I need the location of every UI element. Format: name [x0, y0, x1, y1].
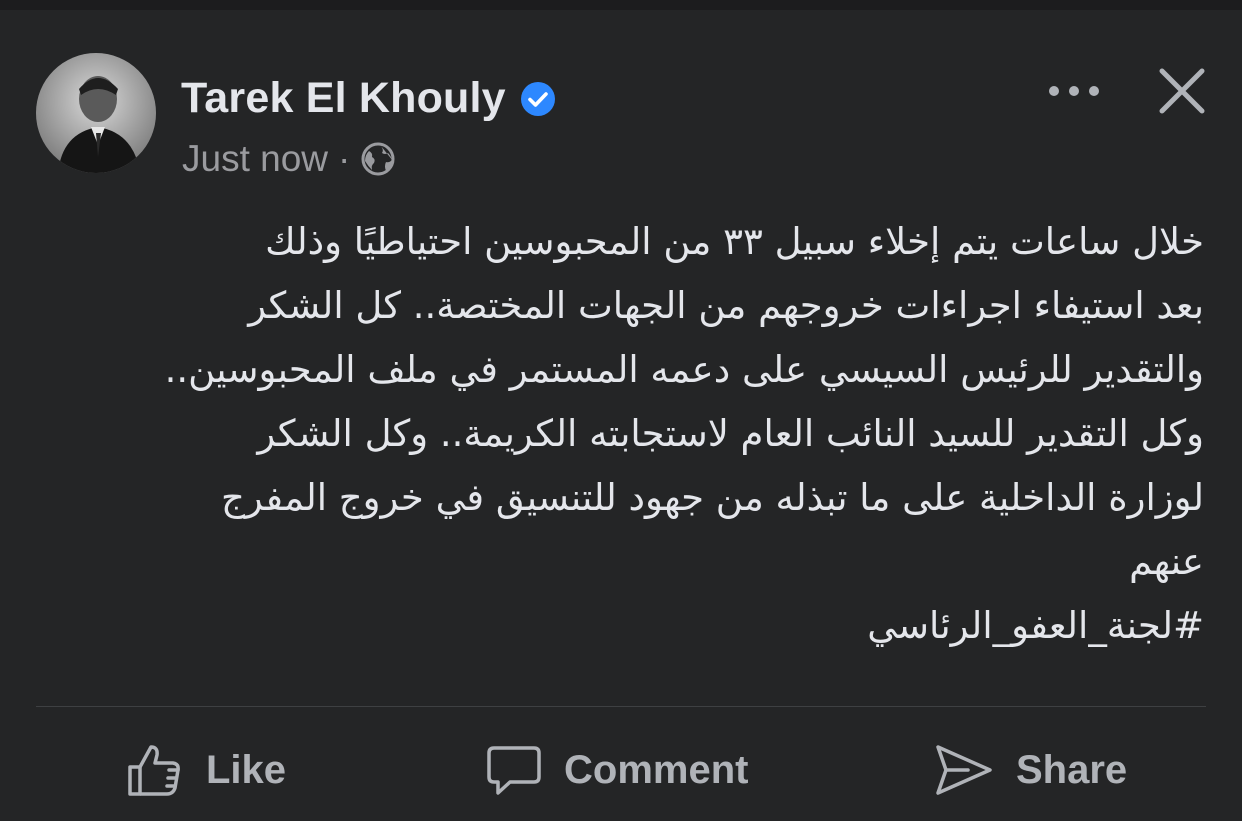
post-body-line: خلال ساعات يتم إخلاء سبيل ٣٣ من المحبوسي… [265, 220, 1204, 263]
share-label: Share [1016, 747, 1128, 792]
close-icon[interactable] [1156, 65, 1208, 117]
like-button[interactable]: Like [126, 734, 286, 806]
author-header: Tarek El Khouly [181, 74, 556, 123]
globe-icon[interactable] [360, 141, 396, 177]
post-body-line: لوزارة الداخلية على ما تبذله من جهود للت… [221, 476, 1204, 519]
author-avatar[interactable] [36, 53, 156, 173]
post-body-line: والتقدير للرئيس السيسي على دعمه المستمر … [164, 348, 1204, 391]
comment-label: Comment [564, 747, 749, 792]
facebook-post: Tarek El Khouly Just now · خلال ساعات يت… [0, 0, 1242, 821]
meta-separator: · [338, 138, 351, 179]
more-options-icon[interactable] [1046, 74, 1102, 108]
author-name[interactable]: Tarek El Khouly [181, 74, 506, 123]
post-hashtag[interactable]: #لجنة_العفو_الرئاسي [34, 594, 1204, 658]
post-body-line: عنهم [1129, 540, 1204, 583]
like-label: Like [206, 747, 287, 792]
post-timestamp[interactable]: Just now [182, 138, 328, 180]
share-icon [936, 745, 992, 795]
share-button[interactable]: Share [934, 734, 1127, 806]
verified-badge-icon [520, 81, 555, 116]
post-body: خلال ساعات يتم إخلاء سبيل ٣٣ من المحبوسي… [34, 210, 1204, 658]
thumbs-up-icon [128, 745, 180, 796]
post-body-line: وكل التقدير للسيد النائب العام لاستجابته… [257, 412, 1204, 455]
comment-icon [487, 746, 541, 795]
action-divider [36, 706, 1206, 707]
avatar-photo [36, 53, 156, 173]
post-meta: Just now · [182, 138, 396, 180]
comment-button[interactable]: Comment [486, 734, 748, 806]
post-body-line: بعد استيفاء اجراءات خروجهم من الجهات الم… [248, 284, 1204, 327]
